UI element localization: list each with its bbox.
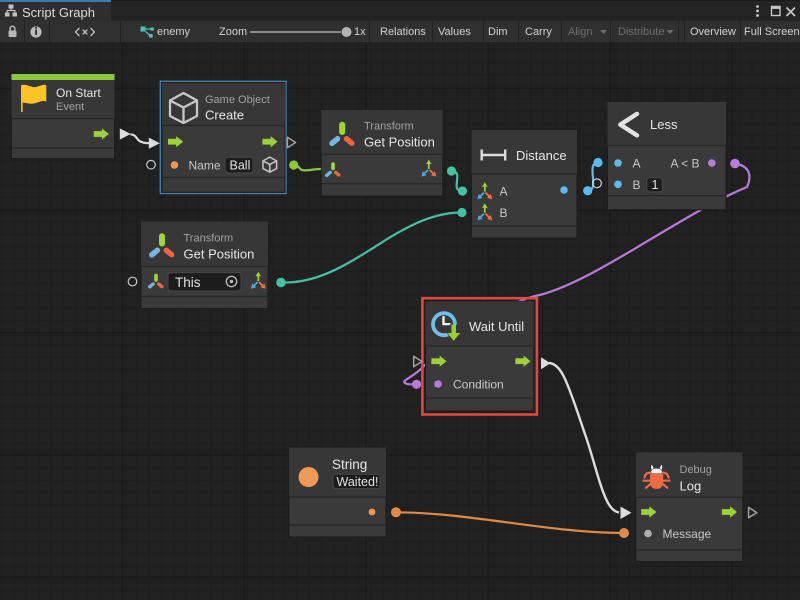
- svg-text:A < B: A < B: [671, 157, 700, 171]
- svg-text:Get Position: Get Position: [364, 135, 435, 150]
- svg-text:Ball: Ball: [230, 158, 251, 172]
- svg-text:Waited!: Waited!: [337, 475, 379, 489]
- svg-text:Create: Create: [205, 108, 244, 123]
- svg-text:Message: Message: [663, 527, 712, 541]
- svg-text:On Start: On Start: [56, 86, 101, 100]
- svg-text:Transform: Transform: [184, 233, 234, 245]
- svg-text:Debug: Debug: [680, 464, 712, 476]
- svg-text:Condition: Condition: [453, 378, 504, 392]
- svg-text:B: B: [500, 206, 508, 220]
- svg-text:Transform: Transform: [364, 121, 414, 133]
- svg-text:String: String: [332, 457, 367, 472]
- svg-text:Get Position: Get Position: [184, 247, 255, 262]
- svg-text:Wait Until: Wait Until: [469, 319, 524, 334]
- svg-text:Name: Name: [189, 159, 221, 173]
- svg-text:Game Object: Game Object: [205, 94, 270, 106]
- svg-text:Distance: Distance: [516, 148, 567, 163]
- svg-text:Log: Log: [680, 479, 702, 494]
- svg-text:Less: Less: [650, 117, 678, 132]
- svg-text:This: This: [175, 275, 201, 290]
- svg-text:A: A: [633, 157, 641, 171]
- svg-text:1: 1: [652, 178, 659, 192]
- svg-text:B: B: [633, 178, 641, 192]
- svg-text:Event: Event: [56, 101, 84, 113]
- svg-text:A: A: [500, 185, 508, 199]
